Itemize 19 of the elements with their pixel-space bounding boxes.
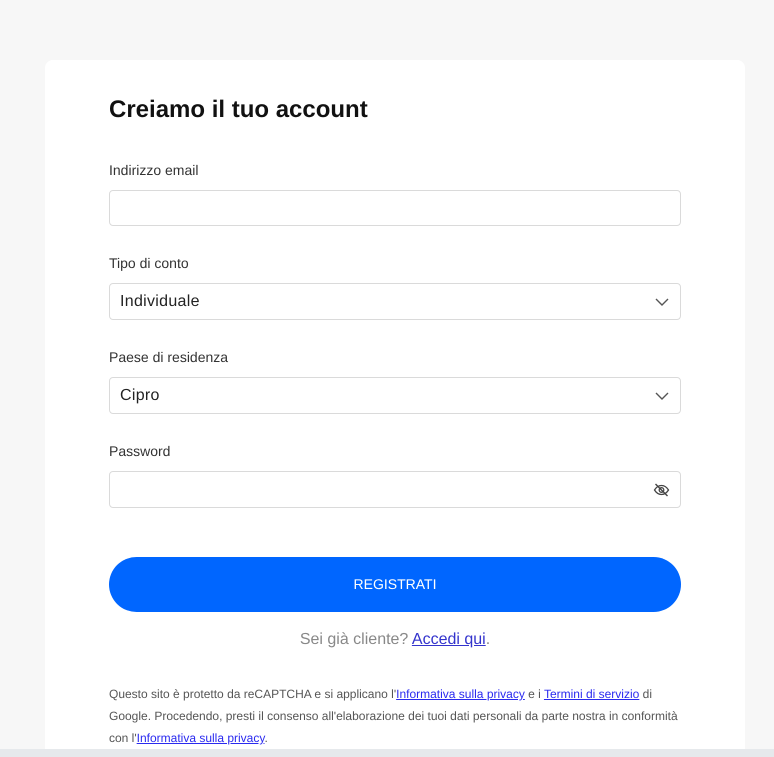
field-label: Paese di residenza — [109, 348, 230, 367]
field-label: Tipo di conto — [109, 254, 190, 273]
privacy-policy-link[interactable]: Informativa sulla privacy — [136, 731, 264, 745]
login-prompt: Sei già cliente? Accedi qui. — [298, 630, 492, 650]
password-field[interactable] — [109, 471, 681, 508]
chevron-down-icon — [655, 298, 669, 306]
privacy-policy-link[interactable]: Informativa sulla privacy — [396, 687, 525, 701]
eye-slash-icon[interactable] — [653, 482, 670, 496]
terms-of-service-link[interactable]: Termini di servizio — [544, 687, 640, 701]
email-field[interactable] — [109, 190, 681, 226]
legal-notice: Questo sito è protetto da reCAPTCHA e si applicano l'Informativa sulla privacy e i Termini di servizio di Google. Procedendo, presti il consenso all'elaborazione dei tuoi dati personali da parte nostra in conformità con l'Informativa sulla privacy. — [109, 686, 679, 747]
field-label: Password — [109, 442, 172, 461]
chevron-down-icon — [655, 392, 669, 400]
login-link[interactable]: Accedi qui — [412, 631, 486, 648]
select-field[interactable]: Individuale — [109, 283, 681, 320]
register-button[interactable]: REGISTRATI — [109, 557, 681, 612]
field-label: Indirizzo email — [109, 161, 200, 180]
page-title: Creiamo il tuo account — [109, 95, 369, 125]
select-field[interactable]: Cipro — [109, 377, 681, 414]
